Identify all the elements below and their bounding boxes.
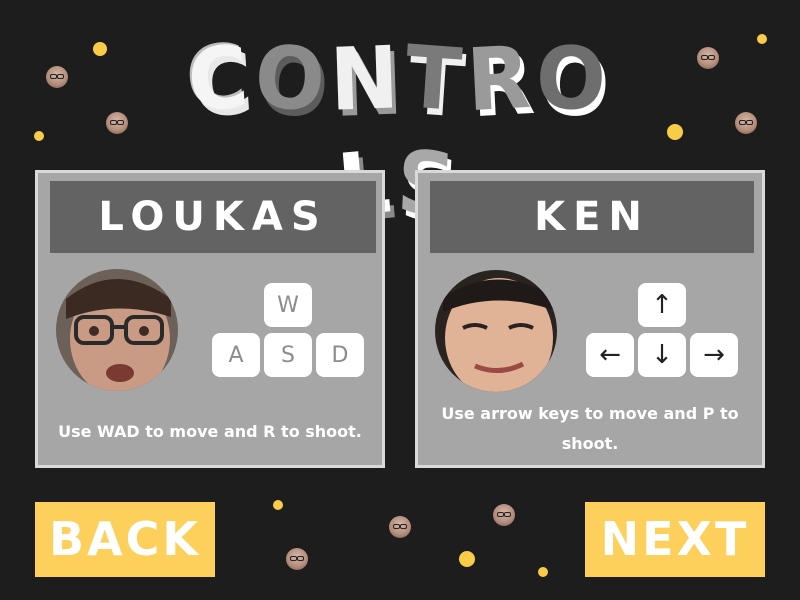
mini-face-icon (46, 66, 68, 88)
confetti-dot (667, 124, 683, 140)
confetti-dot (93, 42, 107, 56)
player-card-ken: KEN ↑ ← ↓ → Use arrow keys to move and P… (415, 170, 765, 468)
mini-face-icon (735, 112, 757, 134)
title-letter: O (534, 28, 614, 131)
title-letter: T (401, 27, 471, 132)
player-face-photo-icon (435, 270, 557, 392)
key-s: S (264, 333, 312, 377)
arrow-left-icon: ← (586, 333, 634, 377)
key-a: A (212, 333, 260, 377)
arrow-right-icon: → (690, 333, 738, 377)
confetti-dot (34, 131, 44, 141)
mini-face-icon (106, 112, 128, 134)
player-face-photo-icon (56, 269, 178, 391)
player-name: LOUKAS (50, 181, 376, 253)
arrow-up-icon: ↑ (638, 283, 686, 327)
title-letter: O (252, 27, 333, 132)
player-instructions: Use WAD to move and R to shoot. (58, 422, 362, 441)
confetti-dot (538, 567, 548, 577)
key-d: D (316, 333, 364, 377)
mini-face-icon (493, 504, 515, 526)
title-letter: C (185, 27, 258, 132)
confetti-dot (273, 500, 283, 510)
arrow-keys: ↑ ← ↓ → (586, 283, 744, 383)
mini-face-icon (697, 47, 719, 69)
wasd-keys: W A S D (212, 283, 370, 383)
player-card-loukas: LOUKAS W A S D Use WAD to move and R to … (35, 170, 385, 468)
next-button[interactable]: NEXT (585, 502, 765, 577)
mini-face-icon (286, 548, 308, 570)
page-title: CONTROLS (170, 27, 630, 237)
back-button[interactable]: BACK (35, 502, 215, 577)
mini-face-icon (389, 516, 411, 538)
title-letter: R (464, 27, 539, 132)
confetti-dot (757, 34, 767, 44)
key-w: W (264, 283, 312, 327)
title-letter: N (328, 28, 407, 131)
arrow-down-icon: ↓ (638, 333, 686, 377)
confetti-dot (459, 551, 475, 567)
player-name: KEN (430, 181, 754, 253)
player-instructions: Use arrow keys to move and P to shoot. (441, 404, 739, 453)
